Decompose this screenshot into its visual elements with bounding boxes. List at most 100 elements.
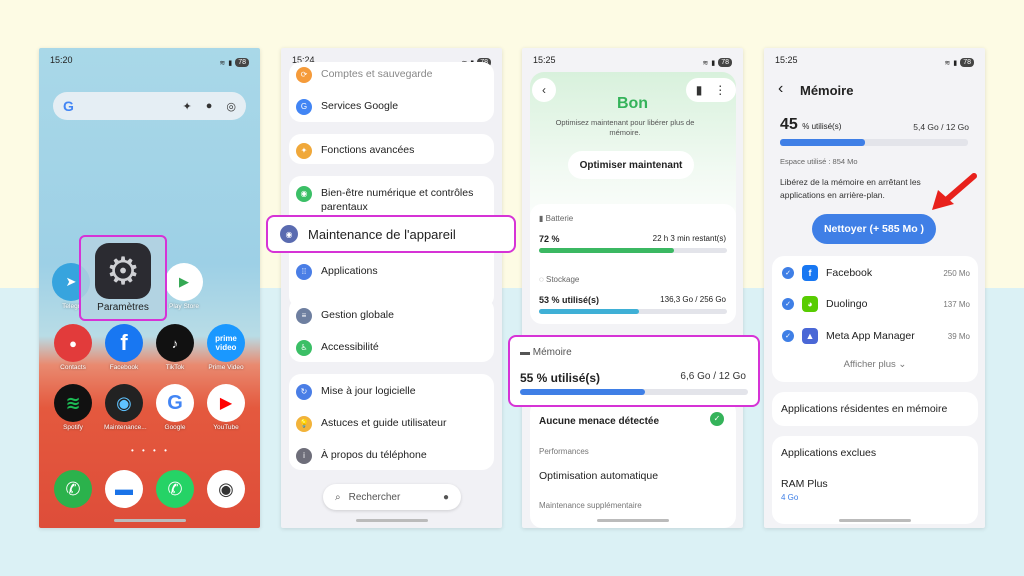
app-row-duolingo[interactable]: ✓ ◕ Duolingo 137 Mo <box>782 296 970 312</box>
dock-messages[interactable]: ▬ <box>104 470 144 508</box>
checkbox-checked-icon[interactable]: ✓ <box>782 330 794 342</box>
memory-usage-bar <box>780 139 968 146</box>
settings-phone: 15:24 ≋▮78 ⟳Comptes et sauvegarde GServi… <box>281 48 502 528</box>
storage-label: Stockage <box>546 275 580 284</box>
app-prime-video[interactable]: prime video Prime Video <box>206 324 246 371</box>
app-name: Duolingo <box>826 298 868 310</box>
signal-icon: ▮ <box>711 59 716 67</box>
storage-header: ◌ Stockage <box>539 275 579 284</box>
sparkle-search-icon[interactable]: ✦ <box>183 100 192 113</box>
settings-item-wellbeing[interactable]: ◉ Bien-être numérique et contrôles parent… <box>296 186 476 214</box>
stats-card[interactable]: ▮ Batterie 72 % 22 h 3 min restant(s) ◌ … <box>530 204 736 324</box>
memory-usage-detail: 5,4 Go / 12 Go <box>913 122 969 132</box>
excluded-apps-item[interactable]: Applications exclues <box>781 447 876 459</box>
app-size: 39 Mo <box>947 331 970 341</box>
meta-app-manager-icon: ▲ <box>802 328 818 344</box>
ram-plus-item[interactable]: RAM Plus <box>781 478 828 490</box>
google-search-bar[interactable]: G ✦ ● ◎ <box>53 92 246 120</box>
settings-item-label: Astuces et guide utilisateur <box>321 417 447 429</box>
app-tiktok[interactable]: ♪ TikTok <box>155 324 195 371</box>
clean-now-button[interactable]: Nettoyer (+ 585 Mo ) <box>812 214 936 244</box>
gesture-bar <box>839 519 911 522</box>
dock-whatsapp[interactable]: ✆ <box>155 470 195 508</box>
settings-item-apps[interactable]: ⁞⁞ Applications <box>296 264 378 280</box>
lens-icon[interactable]: ◎ <box>226 100 236 113</box>
settings-item-accessibility[interactable]: ♿ Accessibilité <box>296 340 379 356</box>
app-size: 250 Mo <box>943 268 970 278</box>
settings-item-google[interactable]: G Services Google <box>296 99 398 115</box>
search-placeholder: Rechercher <box>348 491 401 503</box>
status-bar: 15:25 ≋ ▮ 78 <box>522 48 743 70</box>
sync-icon: ⟳ <box>296 67 312 83</box>
battery-label: Batterie <box>545 214 574 223</box>
app-label: Facebook <box>109 364 139 371</box>
checkbox-checked-icon[interactable]: ✓ <box>782 298 794 310</box>
settings-item-software-update[interactable]: ↻ Mise à jour logicielle <box>296 384 416 400</box>
facebook-icon: f <box>802 265 818 281</box>
status-time: 15:20 <box>50 55 73 65</box>
settings-item-label: Bien-être numérique et contrôles parenta… <box>321 187 474 213</box>
auto-optimization-item[interactable]: Optimisation automatique <box>539 470 658 482</box>
microphone-icon[interactable]: ● <box>443 492 449 503</box>
app-label: Google <box>164 424 186 431</box>
maintenance-icon: ◉ <box>105 384 143 422</box>
camera-icon: ◉ <box>207 470 245 508</box>
settings-item-about-phone[interactable]: i À propos du téléphone <box>296 448 427 464</box>
performance-header: Performances <box>539 447 589 456</box>
battery-icon: ▮ <box>539 214 544 223</box>
signal-icon: ▮ <box>228 59 233 67</box>
spotify-icon: ≋ <box>54 384 92 422</box>
settings-item-label: Gestion globale <box>321 309 394 321</box>
memory-card-highlight[interactable]: ▬ Mémoire 55 % utilisé(s) 6,6 Go / 12 Go <box>508 335 760 407</box>
wellbeing-icon: ◉ <box>296 186 312 202</box>
settings-app-highlight[interactable]: ⚙ Paramètres <box>79 235 167 321</box>
facebook-icon: f <box>105 324 143 362</box>
microphone-icon[interactable]: ● <box>206 100 213 112</box>
app-row-facebook[interactable]: ✓ f Facebook 250 Mo <box>782 265 970 281</box>
app-maintenance[interactable]: ◉ Maintenance... <box>104 384 147 431</box>
app-youtube[interactable]: ▶ YouTube <box>206 384 246 431</box>
app-name: Facebook <box>826 267 873 279</box>
checkbox-checked-icon[interactable]: ✓ <box>782 267 794 279</box>
google-icon: G <box>156 384 194 422</box>
dock-camera[interactable]: ◉ <box>206 470 246 508</box>
memory-label: Mémoire <box>532 347 572 358</box>
messages-icon: ▬ <box>105 470 143 508</box>
page-title: Mémoire <box>800 83 854 98</box>
app-name: Meta App Manager <box>826 330 915 342</box>
wifi-icon: ≋ <box>944 59 951 67</box>
status-subtitle: Optimisez maintenant pour libérer plus d… <box>555 118 695 137</box>
home-screen-phone: 15:20 ≋ ▮ 78 G ✦ ● ◎ ➤ Telegr ▶ Play Store… <box>39 48 260 528</box>
app-play-store[interactable]: ▶ Play Store <box>164 263 204 310</box>
star-icon: ✦ <box>296 143 312 159</box>
settings-item-accounts[interactable]: ⟳ Comptes et sauvegarde <box>296 67 432 83</box>
app-facebook[interactable]: f Facebook <box>104 324 144 371</box>
settings-item-device-maintenance[interactable]: ◉ Maintenance de l'appareil <box>266 215 516 253</box>
back-arrow-icon[interactable]: ‹ <box>778 80 783 98</box>
memory-percent: 45 <box>780 116 798 133</box>
settings-item-label: Fonctions avancées <box>321 144 415 156</box>
duolingo-icon: ◕ <box>802 296 818 312</box>
whatsapp-icon: ✆ <box>156 470 194 508</box>
memory-value: 55 % utilisé(s) <box>520 371 601 385</box>
settings-item-general-management[interactable]: ≡ Gestion globale <box>296 308 394 324</box>
app-row-meta-app-manager[interactable]: ✓ ▲ Meta App Manager 39 Mo <box>782 328 970 344</box>
settings-item-advanced[interactable]: ✦ Fonctions avancées <box>296 143 414 159</box>
battery-bar <box>539 248 727 253</box>
app-google[interactable]: G Google <box>155 384 195 431</box>
show-more-button[interactable]: Afficher plus ⌄ <box>772 359 978 370</box>
app-spotify[interactable]: ≋ Spotify <box>53 384 93 431</box>
memory-usage-bar-fill <box>780 139 865 146</box>
phone-call-icon: ✆ <box>54 470 92 508</box>
settings-item-tips[interactable]: 💡 Astuces et guide utilisateur <box>296 416 447 432</box>
status-time: 15:25 <box>775 55 798 65</box>
storage-value: 53 % utilisé(s) <box>539 295 600 305</box>
storage-icon: ◌ <box>539 275 544 284</box>
optimize-now-button[interactable]: Optimiser maintenant <box>568 151 694 179</box>
settings-search-bar[interactable]: ⌕ Rechercher ● <box>323 484 461 510</box>
red-pointer-arrow-icon <box>932 173 977 210</box>
app-contacts[interactable]: ● Contacts <box>53 324 93 371</box>
update-icon: ↻ <box>296 384 312 400</box>
dock-phone[interactable]: ✆ <box>53 470 93 508</box>
resident-apps-item[interactable]: Applications résidentes en mémoire <box>772 392 978 426</box>
